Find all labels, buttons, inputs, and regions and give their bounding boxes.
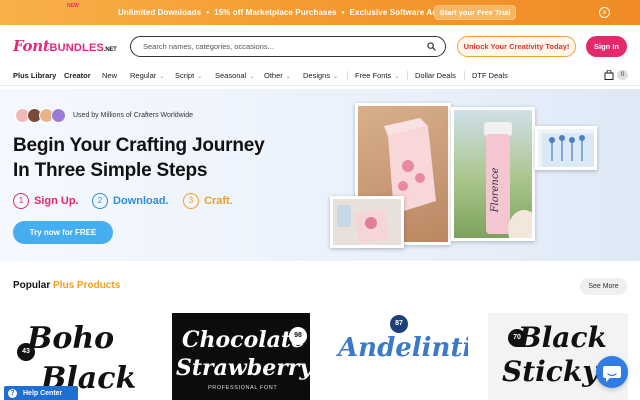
- craft-photo-box: [330, 196, 404, 248]
- unlock-creativity-button[interactable]: Unlock Your Creativity Today!: [457, 36, 576, 57]
- product-title: Boho: [27, 321, 115, 356]
- promo-bar: Unlimited Downloads • 15% off Marketplace …: [0, 0, 640, 25]
- promo-text: Unlimited Downloads • 15% off Marketplace …: [118, 8, 455, 17]
- chevron-down-icon: ⌄: [249, 74, 255, 80]
- avatar-group: [15, 108, 66, 125]
- product-title: Andelintia: [338, 333, 468, 363]
- promo-text-discount: 15% off Marketplace Purchases: [214, 8, 337, 17]
- step-craft: 3 Craft.: [183, 193, 233, 209]
- try-now-button[interactable]: Try now for FREE: [13, 221, 113, 244]
- nav-item-regular[interactable]: Regular ⌄: [130, 71, 164, 80]
- promo-text-downloads: Unlimited Downloads: [118, 8, 202, 17]
- nav-item-dollar-deals[interactable]: Dollar Deals: [415, 71, 456, 80]
- see-more-button[interactable]: See More: [580, 278, 627, 295]
- chevron-down-icon: ⌄: [333, 74, 339, 80]
- cart-count-badge: 0: [617, 70, 628, 80]
- step-number: 2: [92, 193, 108, 209]
- new-badge: NEW: [67, 3, 79, 9]
- step-label: Craft.: [204, 195, 233, 207]
- nav-item-script[interactable]: Script ⌄: [175, 71, 202, 80]
- hero-title-line: In Three Simple Steps: [13, 160, 208, 181]
- craft-photo-tumbler: Florence: [451, 107, 535, 241]
- hero-title: Begin Your Crafting Journey In Three Sim…: [13, 133, 265, 183]
- chevron-down-icon: ⌄: [394, 74, 400, 80]
- nav-divider: [407, 71, 408, 80]
- hero-title-line: Begin Your Crafting Journey: [13, 135, 265, 156]
- help-center-button[interactable]: ? Help Center: [4, 386, 78, 400]
- nav-item-label: Seasonal: [215, 71, 247, 80]
- step-number: 3: [183, 193, 199, 209]
- section-title: Popular Plus Products: [13, 280, 120, 291]
- glyph-count-badge: 98: [289, 327, 307, 345]
- start-free-trial-button[interactable]: Start your Free Trial: [434, 5, 516, 20]
- logo[interactable]: FontBUNDLES.NET: [13, 37, 117, 55]
- product-title: Sticky: [502, 355, 599, 388]
- logo-bundles: BUNDLES: [49, 42, 105, 54]
- section-title-prefix: Popular: [13, 280, 51, 291]
- glyph-count-badge: 87: [390, 315, 408, 333]
- help-center-label: Help Center: [23, 389, 63, 397]
- nav-divider: [347, 71, 348, 80]
- nav-item-label: Script: [175, 71, 195, 80]
- step-download: 2 Download.: [92, 193, 169, 209]
- nav-item-free-fonts[interactable]: Free Fonts ⌄: [355, 71, 399, 80]
- nav-item-new[interactable]: New: [102, 71, 117, 80]
- nav-item-label: Free Fonts: [355, 71, 392, 80]
- chevron-down-icon: ⌄: [159, 74, 165, 80]
- search-bar: [130, 36, 446, 57]
- step-label: Sign Up.: [34, 195, 79, 207]
- section-title-accent: Plus Products: [53, 280, 121, 291]
- sign-in-button[interactable]: Sign In: [586, 36, 627, 57]
- chat-icon: [603, 366, 621, 382]
- help-icon: ?: [8, 388, 17, 398]
- close-icon[interactable]: ×: [599, 7, 610, 18]
- glyph-count-badge: 43: [17, 343, 35, 361]
- nav-divider: [464, 71, 465, 80]
- nav-item-plus-library[interactable]: Plus Library: [13, 71, 56, 80]
- step-sign-up: 1 Sign Up.: [13, 193, 79, 209]
- nav-item-designs[interactable]: Designs ⌄: [303, 71, 338, 80]
- logo-font: Font: [13, 37, 50, 55]
- promo-separator: •: [341, 8, 345, 17]
- nav-item-dtf-deals[interactable]: DTF Deals: [472, 71, 508, 80]
- craft-photo-card: [535, 126, 597, 170]
- tumbler-text: Florence: [490, 168, 501, 214]
- search-input[interactable]: [143, 40, 413, 53]
- product-tag: PROFESSIONAL FONT: [208, 385, 278, 391]
- cart-icon[interactable]: [604, 70, 614, 80]
- promo-separator: •: [206, 8, 210, 17]
- nav-item-label: Designs: [303, 71, 331, 80]
- product-title: Chocolate: [182, 327, 306, 353]
- nav-item-seasonal[interactable]: Seasonal ⌄: [215, 71, 254, 80]
- nav-item-other[interactable]: Other ⌄: [264, 71, 291, 80]
- product-title: Black: [518, 321, 607, 354]
- product-title: Strawberry: [176, 355, 310, 381]
- product-card-andelintia[interactable]: Andelintia 87: [330, 313, 468, 400]
- nav-item-label: Other: [264, 71, 283, 80]
- chat-button[interactable]: [596, 356, 628, 388]
- logo-net: .NET: [104, 47, 117, 53]
- step-label: Download.: [113, 195, 169, 207]
- nav-item-label: Regular: [130, 71, 157, 80]
- search-icon[interactable]: [427, 42, 436, 51]
- chevron-down-icon: ⌄: [285, 74, 291, 80]
- chevron-down-icon: ⌄: [197, 74, 203, 80]
- trust-text: Used by Millions of Crafters Worldwide: [73, 112, 194, 119]
- nav-item-creator[interactable]: Creator: [64, 71, 91, 80]
- product-card-chocolate-strawberry[interactable]: Chocolate Strawberry PROFESSIONAL FONT 9…: [172, 313, 310, 400]
- avatar: [51, 108, 66, 123]
- step-number: 1: [13, 193, 29, 209]
- glyph-count-badge: 70: [508, 329, 526, 347]
